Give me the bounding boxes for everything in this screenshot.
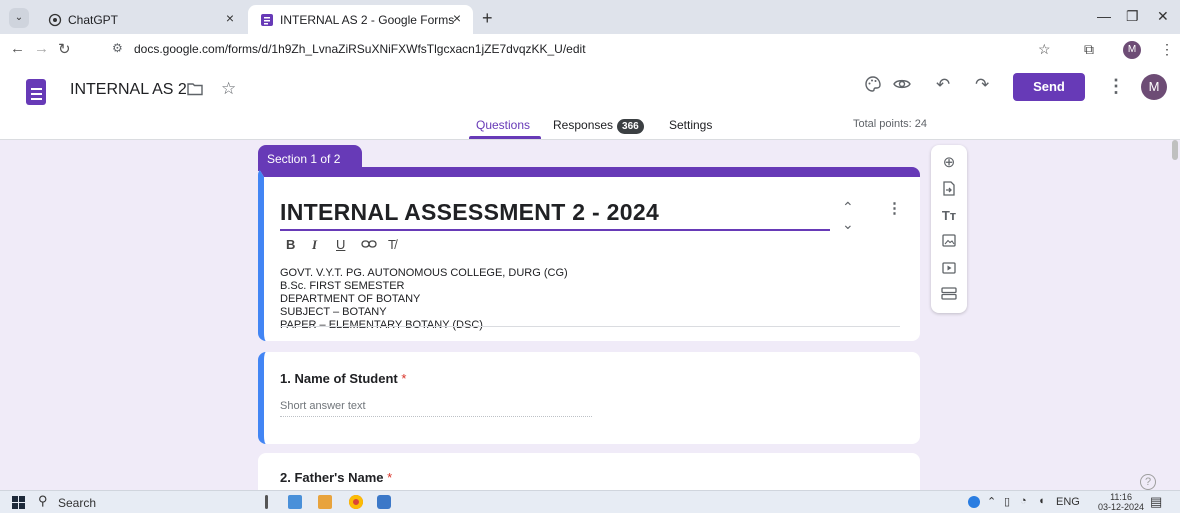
google-forms-logo-icon[interactable] xyxy=(26,79,46,105)
system-clock[interactable]: 11:16 03-12-2024 xyxy=(1098,492,1144,512)
section-more-icon[interactable]: ⋮ xyxy=(887,199,902,217)
close-tab-icon[interactable]: × xyxy=(453,10,461,26)
address-bar: ← → ↻ ⚙ docs.google.com/forms/d/1h9Zh_Lv… xyxy=(0,34,1180,64)
active-tab-indicator xyxy=(469,136,541,139)
language-indicator[interactable]: ENG xyxy=(1056,496,1080,508)
clear-formatting-icon[interactable]: T̸ xyxy=(388,237,396,252)
tab-search-icon[interactable]: ⌄ xyxy=(9,8,29,28)
description-line: SUBJECT – BOTANY xyxy=(280,306,387,318)
underline-icon[interactable]: U xyxy=(336,237,345,252)
form-title-card[interactable]: INTERNAL ASSESSMENT 2 - 2024 ⌃ ⌄ ⋮ B I U … xyxy=(258,167,920,341)
preview-eye-icon[interactable] xyxy=(893,76,911,96)
clock-time: 11:16 xyxy=(1110,492,1132,502)
tab-title: ChatGPT xyxy=(68,13,119,27)
battery-icon[interactable]: ▯ xyxy=(1004,495,1010,508)
restore-icon[interactable]: ❐ xyxy=(1126,8,1139,25)
star-icon[interactable]: ☆ xyxy=(221,79,236,99)
forms-header: INTERNAL AS 2 ☆ ↶ ↷ Send ⋮ M Questions R… xyxy=(0,64,1180,140)
tab-title: INTERNAL AS 2 - Google Forms xyxy=(280,13,455,27)
responses-count-badge: 366 xyxy=(617,119,644,134)
notifications-icon[interactable]: ▤ xyxy=(1150,494,1162,510)
palette-icon[interactable] xyxy=(864,75,882,98)
required-asterisk: * xyxy=(401,371,407,386)
form-title-heading[interactable]: INTERNAL ASSESSMENT 2 - 2024 xyxy=(280,199,659,226)
question-title: 2. Father's Name * xyxy=(280,470,393,485)
new-tab-icon[interactable]: + xyxy=(482,8,493,29)
question-title: 1. Name of Student * xyxy=(280,371,407,386)
description-underline xyxy=(280,326,900,327)
tab-responses[interactable]: Responses 366 xyxy=(553,118,644,134)
collapse-section-icon[interactable]: ⌃ ⌄ xyxy=(842,199,854,233)
app-icon[interactable] xyxy=(377,495,391,509)
google-forms-icon xyxy=(260,13,274,27)
scrollbar[interactable] xyxy=(1172,140,1178,160)
add-image-icon[interactable] xyxy=(931,234,967,251)
question-card[interactable]: 1. Name of Student * Short answer text xyxy=(258,352,920,444)
answer-underline xyxy=(280,416,592,417)
add-video-icon[interactable] xyxy=(931,261,967,278)
browser-tab-forms[interactable]: INTERNAL AS 2 - Google Forms × xyxy=(248,5,473,34)
redo-icon[interactable]: ↷ xyxy=(975,75,989,95)
url-field[interactable]: ⚙ docs.google.com/forms/d/1h9Zh_LvnaZiRS… xyxy=(106,37,1066,61)
windows-start-icon[interactable] xyxy=(12,496,25,509)
reload-icon[interactable]: ↻ xyxy=(58,40,71,58)
desktop-app-icon[interactable] xyxy=(288,495,302,509)
browser-tab-strip: ⌄ ChatGPT × INTERNAL AS 2 - Google Forms… xyxy=(0,0,1180,34)
required-asterisk: * xyxy=(387,470,393,485)
minimize-icon[interactable]: — xyxy=(1097,8,1111,24)
description-line: GOVT. V.Y.T. PG. AUTONOMOUS COLLEGE, DUR… xyxy=(280,267,568,279)
title-underline xyxy=(280,229,830,231)
total-points: Total points: 24 xyxy=(853,118,927,130)
description-line: DEPARTMENT OF BOTANY xyxy=(280,293,421,305)
close-window-icon[interactable]: ✕ xyxy=(1157,8,1169,25)
undo-icon[interactable]: ↶ xyxy=(936,75,950,95)
volume-icon[interactable]: ◖ xyxy=(1038,495,1045,507)
extensions-icon[interactable]: ⧉ xyxy=(1084,41,1094,58)
help-icon[interactable]: ? xyxy=(1140,474,1156,490)
user-avatar[interactable]: M xyxy=(1141,74,1167,100)
chrome-icon[interactable] xyxy=(349,495,363,509)
more-options-icon[interactable]: ⋮ xyxy=(1107,76,1125,97)
bookmark-star-icon[interactable]: ☆ xyxy=(1038,41,1051,58)
forward-icon[interactable]: → xyxy=(34,40,49,57)
clock-date: 03-12-2024 xyxy=(1098,502,1145,512)
short-answer-placeholder: Short answer text xyxy=(280,400,366,412)
question-toolbar: ⊕ Tт xyxy=(931,145,967,313)
bold-icon[interactable]: B xyxy=(286,237,295,252)
back-icon[interactable]: ← xyxy=(10,40,25,57)
tab-settings[interactable]: Settings xyxy=(669,118,712,132)
form-name[interactable]: INTERNAL AS 2 xyxy=(70,81,187,99)
weather-icon[interactable] xyxy=(968,496,980,508)
add-section-icon[interactable] xyxy=(931,287,967,304)
import-questions-icon[interactable] xyxy=(931,181,967,200)
url-text: docs.google.com/forms/d/1h9Zh_LvnaZiRSuX… xyxy=(134,42,586,56)
browser-tab-chatgpt[interactable]: ChatGPT × xyxy=(36,5,246,34)
folder-icon[interactable] xyxy=(187,82,203,99)
tab-questions[interactable]: Questions xyxy=(476,118,530,132)
taskbar-search-label[interactable]: Search xyxy=(58,496,96,510)
chatgpt-icon xyxy=(48,13,62,27)
tray-chevron-icon[interactable]: ⌃ xyxy=(987,495,996,508)
send-button[interactable]: Send xyxy=(1013,73,1085,101)
file-explorer-icon[interactable] xyxy=(318,495,332,509)
site-info-icon[interactable]: ⚙ xyxy=(112,41,123,55)
description-line: B.Sc. FIRST SEMESTER xyxy=(280,280,405,292)
task-view-icon[interactable] xyxy=(265,495,268,509)
taskbar-search-icon[interactable]: ⚲ xyxy=(38,493,48,509)
browser-profile-avatar[interactable]: M xyxy=(1123,41,1141,59)
italic-icon[interactable]: I xyxy=(312,237,317,253)
close-tab-icon[interactable]: × xyxy=(226,10,234,26)
os-taskbar: ⚲ Search ⌃ ▯ ◔ ◖ ENG 11:16 03-12-2024 ▤ xyxy=(0,490,1180,513)
link-icon[interactable] xyxy=(361,237,377,252)
add-title-icon[interactable]: Tт xyxy=(931,208,967,223)
tab-responses-label: Responses xyxy=(553,118,614,132)
add-question-icon[interactable]: ⊕ xyxy=(931,153,967,171)
wifi-icon[interactable]: ◔ xyxy=(1020,495,1027,507)
browser-menu-icon[interactable]: ⋮ xyxy=(1160,41,1174,58)
description-line: PAPER – ELEMENTARY BOTANY (DSC) xyxy=(280,319,483,331)
